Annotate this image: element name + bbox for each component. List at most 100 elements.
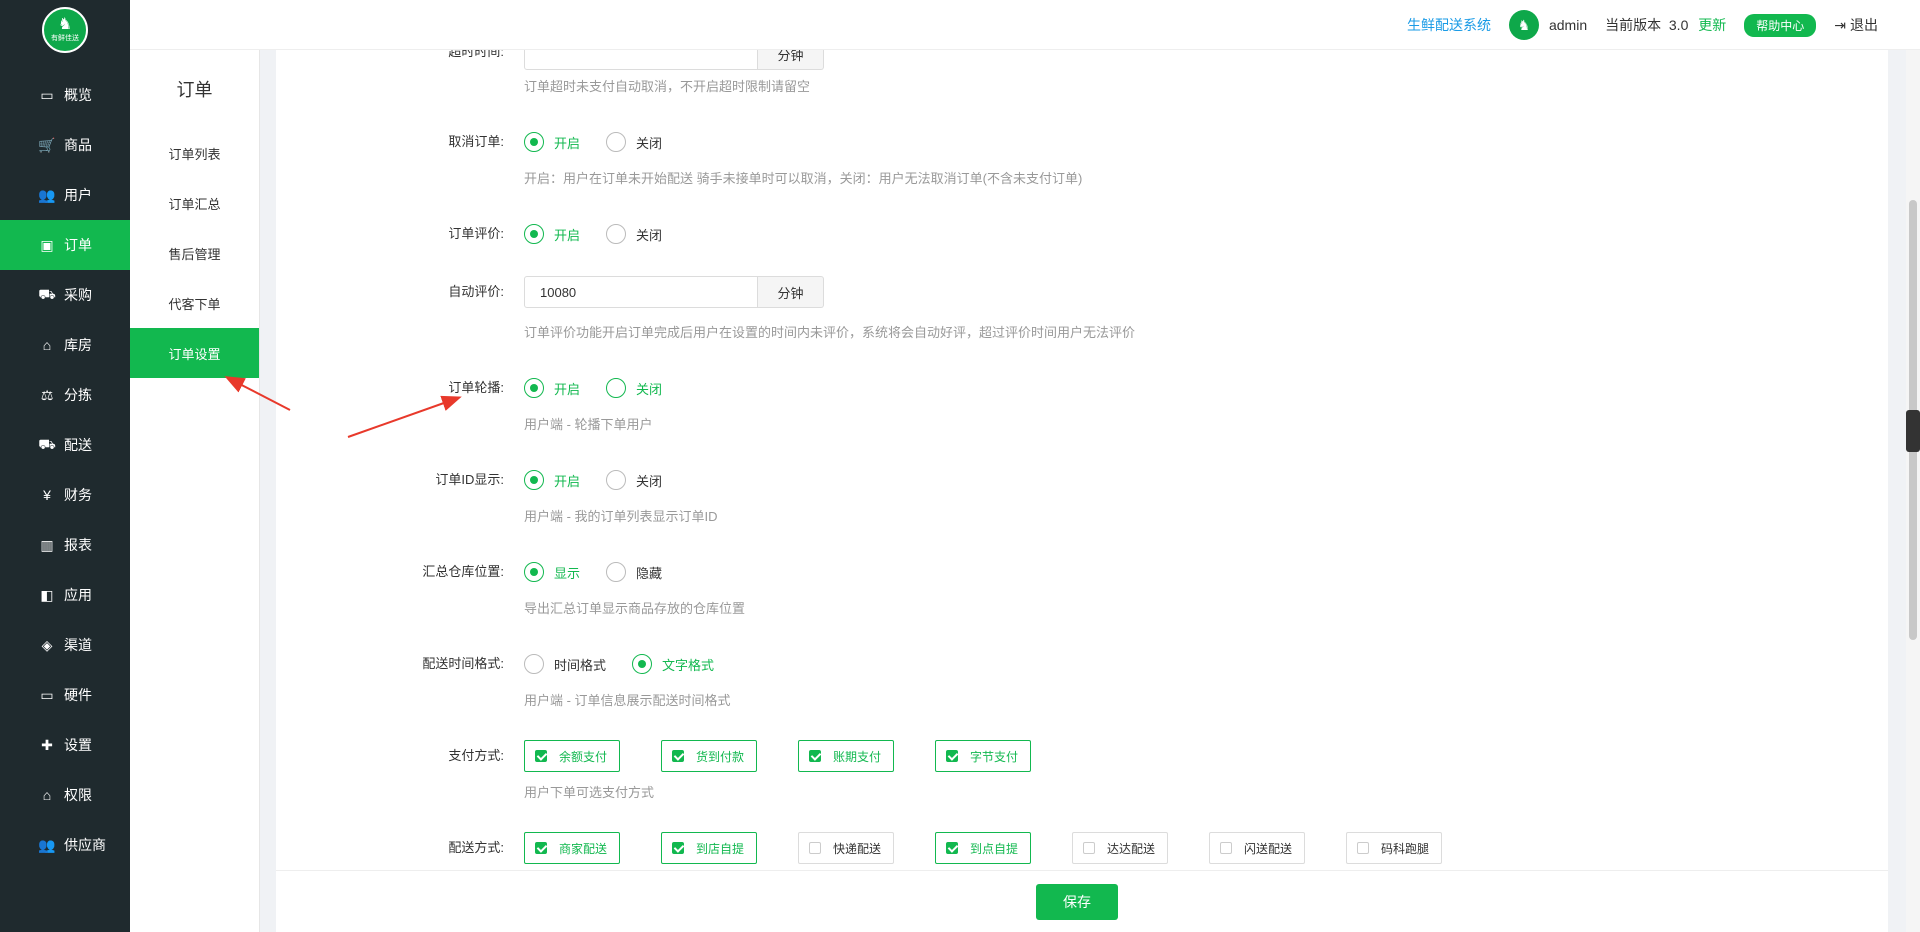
- timeout-input[interactable]: [524, 50, 758, 70]
- checkbox-icon: [672, 750, 684, 762]
- delivery-methods-option-2[interactable]: 快递配送: [798, 832, 894, 864]
- radio-circle-icon: [606, 562, 627, 582]
- scrollbar-grip[interactable]: [1906, 410, 1920, 452]
- delivery-methods-option-4[interactable]: 达达配送: [1072, 832, 1168, 864]
- payment-methods-option-1[interactable]: 货到付款: [661, 740, 757, 772]
- order-carousel-radio-1[interactable]: 关闭: [606, 378, 662, 398]
- delivery-methods-option-1[interactable]: 到店自提: [661, 832, 757, 864]
- user-menu[interactable]: ♞ admin: [1508, 10, 1587, 40]
- sidebar-item-4[interactable]: ⛟ 采购: [0, 270, 130, 320]
- sidebar-item-label: 应用: [64, 587, 92, 603]
- puzzle-icon: ✚: [41, 736, 53, 753]
- sidebar-item-2[interactable]: 👥 用户: [0, 170, 130, 220]
- checkbox-label: 码科跑腿: [1381, 841, 1430, 856]
- checkbox-icon: [1220, 842, 1232, 854]
- system-link[interactable]: 生鲜配送系统: [1407, 15, 1491, 35]
- order-review-radio-0[interactable]: 开启: [524, 224, 580, 244]
- checkbox-icon: [535, 750, 547, 762]
- order-carousel-radio-0[interactable]: 开启: [524, 378, 580, 398]
- cancel-order-radio-1[interactable]: 关闭: [606, 132, 662, 152]
- sidebar-item-label: 用户: [64, 187, 92, 203]
- subbar-item-0[interactable]: 订单列表: [130, 128, 259, 178]
- page-scrollbar[interactable]: [1906, 50, 1920, 932]
- sidebar-item-7[interactable]: ⛟ 配送: [0, 420, 130, 470]
- sub-sidebar: 订单 订单列表 订单汇总 售后管理 代客下单 订单设置: [130, 50, 260, 932]
- payment-methods-option-0[interactable]: 余额支付: [524, 740, 620, 772]
- sidebar-item-label: 供应商: [64, 837, 106, 853]
- radio-label: 开启: [554, 473, 581, 489]
- order-id-display-radio-0[interactable]: 开启: [524, 470, 580, 490]
- sidebar-item-10[interactable]: ◧ 应用: [0, 570, 130, 620]
- delivery-methods-option-3[interactable]: 到点自提: [935, 832, 1031, 864]
- delivery-time-format-label: 配送时间格式:: [422, 656, 504, 671]
- version-info: 当前版本 3.0 更新: [1605, 15, 1726, 35]
- sidebar-item-5[interactable]: ⌂ 库房: [0, 320, 130, 370]
- radio-circle-icon: [524, 224, 544, 244]
- payment-methods-option-3[interactable]: 字节支付: [935, 740, 1031, 772]
- checkbox-label: 到店自提: [696, 841, 745, 856]
- sidebar-item-12[interactable]: ▭ 硬件: [0, 670, 130, 720]
- home-icon: ⌂: [42, 337, 52, 353]
- warehouse-location-radio-0[interactable]: 显示: [524, 562, 580, 582]
- radio-circle-icon: [606, 378, 627, 398]
- radio-label: 关闭: [636, 227, 663, 243]
- radio-circle-icon: [524, 470, 544, 490]
- timeout-hint: 订单超时未支付自动取消，不开启超时限制请留空: [524, 79, 811, 94]
- checkbox-label: 商家配送: [559, 841, 608, 856]
- sidebar-item-11[interactable]: ◈ 渠道: [0, 620, 130, 670]
- settings-form: 超时时间: 分钟 订单超时未支付自动取消，不开启超时限制请留空 取消订单: 开启…: [276, 50, 1888, 870]
- delivery-methods-option-0[interactable]: 商家配送: [524, 832, 620, 864]
- delivery-time-format-radio-1[interactable]: 文字格式: [632, 654, 714, 674]
- checkbox-label: 达达配送: [1107, 841, 1156, 856]
- sidebar-item-0[interactable]: ▭ 概览: [0, 70, 130, 120]
- order-id-display-radio-1[interactable]: 关闭: [606, 470, 662, 490]
- help-center-button[interactable]: 帮助中心: [1744, 13, 1817, 37]
- checkbox-label: 货到付款: [696, 749, 745, 764]
- checkbox-label: 字节支付: [970, 749, 1019, 764]
- checkbox-icon: [672, 842, 684, 854]
- checkbox-icon: [946, 750, 958, 762]
- delivery-methods-label: 配送方式:: [448, 840, 504, 855]
- supplier-icon: 👥: [38, 836, 56, 853]
- monitor-icon: ▭: [40, 86, 54, 103]
- radio-label: 隐藏: [636, 565, 663, 581]
- sidebar-item-label: 硬件: [64, 687, 92, 703]
- sidebar-item-1[interactable]: 🛒 商品: [0, 120, 130, 170]
- delivery-time-format-radio-0[interactable]: 时间格式: [524, 654, 606, 674]
- radio-label: 开启: [554, 381, 581, 397]
- save-button[interactable]: 保存: [1036, 883, 1118, 920]
- brand-logo[interactable]: ♞ 有鲜佳送: [0, 0, 130, 60]
- update-link[interactable]: 更新: [1698, 17, 1726, 33]
- radio-label: 显示: [554, 565, 581, 581]
- logout-button[interactable]: ⇥ 退出: [1834, 15, 1878, 35]
- subbar-item-3[interactable]: 代客下单: [130, 278, 259, 328]
- subbar-item-4[interactable]: 订单设置: [130, 328, 259, 378]
- sidebar-item-9[interactable]: ▥ 报表: [0, 520, 130, 570]
- delivery-methods-option-6[interactable]: 码科跑腿: [1346, 832, 1442, 864]
- order-carousel-hint: 用户端 - 轮播下单用户: [524, 417, 653, 432]
- cancel-order-radio-0[interactable]: 开启: [524, 132, 580, 152]
- sidebar-item-13[interactable]: ✚ 设置: [0, 720, 130, 770]
- payment-methods-option-2[interactable]: 账期支付: [798, 740, 894, 772]
- auto-review-input[interactable]: 10080: [524, 276, 758, 308]
- money-icon: ▣: [40, 236, 54, 253]
- sidebar-item-3[interactable]: ▣ 订单: [0, 220, 130, 270]
- auto-review-unit: 分钟: [758, 276, 824, 308]
- form-footer: 保存: [276, 870, 1888, 932]
- sidebar-item-14[interactable]: ⌂ 权限: [0, 770, 130, 820]
- sidebar-item-8[interactable]: ¥ 财务: [0, 470, 130, 520]
- delivery-methods-option-5[interactable]: 闪送配送: [1209, 832, 1305, 864]
- order-review-radio-1[interactable]: 关闭: [606, 224, 662, 244]
- bar-chart-icon: ▥: [40, 536, 54, 553]
- logo-text: 有鲜佳送: [51, 35, 79, 42]
- sidebar-item-6[interactable]: ⚖ 分拣: [0, 370, 130, 420]
- apps-icon: ◧: [40, 586, 54, 603]
- avatar-icon: ♞: [1517, 16, 1531, 33]
- timeout-unit: 分钟: [758, 50, 824, 70]
- subbar-item-1[interactable]: 订单汇总: [130, 178, 259, 228]
- auto-review-hint: 订单评价功能开启订单完成后用户在设置的时间内未评价，系统将会自动好评，超过评价时…: [524, 325, 1136, 340]
- subbar-item-2[interactable]: 售后管理: [130, 228, 259, 278]
- sidebar-item-15[interactable]: 👥 供应商: [0, 820, 130, 870]
- radio-label: 文字格式: [662, 657, 715, 673]
- warehouse-location-radio-1[interactable]: 隐藏: [606, 562, 662, 582]
